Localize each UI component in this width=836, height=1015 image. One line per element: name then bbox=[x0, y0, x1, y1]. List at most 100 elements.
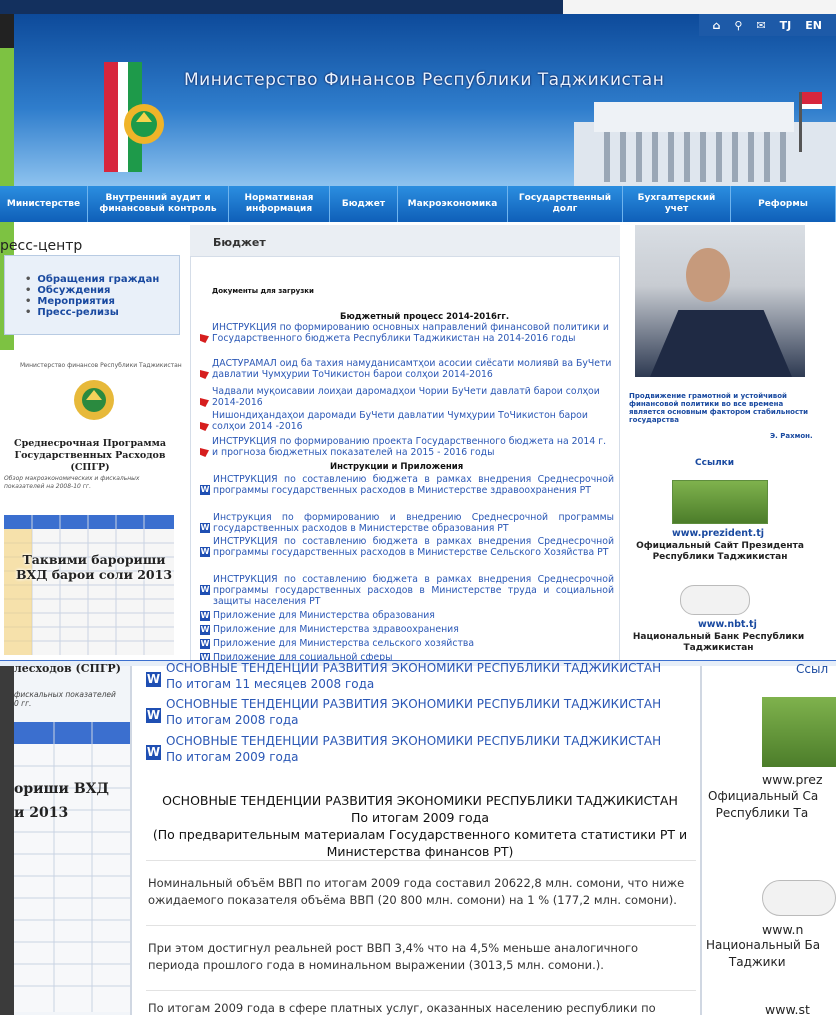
nav-item[interactable]: Реформы bbox=[731, 186, 836, 222]
lower-stat-link[interactable]: www.st bbox=[765, 1002, 810, 1015]
divider-line bbox=[146, 860, 696, 861]
pdf-doc-row[interactable]: ДАСТУРАМАЛ оид ба тахия намуданисамтҳои … bbox=[200, 358, 612, 380]
press-item-discussions[interactable]: Обсуждения bbox=[25, 285, 179, 296]
mail-icon[interactable]: ✉ bbox=[756, 19, 765, 32]
report-paragraph-2: При этом достигнул реальней рост ВВП 3,4… bbox=[148, 941, 639, 972]
nav-item[interactable]: Макроэкономика bbox=[398, 186, 508, 222]
nbt-logo[interactable] bbox=[680, 585, 750, 615]
divider-line bbox=[146, 990, 696, 991]
left-dark-block bbox=[0, 14, 14, 48]
lower-president-banner[interactable] bbox=[762, 697, 836, 767]
lower-links-title: Ссыл bbox=[796, 662, 829, 676]
lang-en-link[interactable]: EN bbox=[805, 19, 822, 32]
home-icon[interactable]: ⌂ bbox=[713, 19, 721, 32]
search-icon[interactable]: ⚲ bbox=[734, 19, 742, 32]
word-doc-row[interactable]: W ИНСТРУКЦИЯ по составлению бюджета в рам… bbox=[200, 574, 614, 607]
economy-report-row[interactable]: W ОСНОВНЫЕ ТЕНДЕНЦИИ РАЗВИТИЯ ЭКОНОМИКИ Р… bbox=[146, 660, 676, 692]
nav-item[interactable]: Бухгалтерский учет bbox=[623, 186, 731, 222]
lower-nbt-link[interactable]: www.n bbox=[762, 922, 803, 937]
doc-header-text: Министерство финансов Республики Таджики… bbox=[20, 362, 182, 369]
doc-subtitle: Обзор макроэкономических и фискальных по… bbox=[4, 475, 140, 490]
top-dark-strip bbox=[0, 0, 563, 14]
lower-left-title: лесходов (СПГР) bbox=[14, 662, 121, 675]
report-paragraph-1: Номинальный объём ВВП по итогам 2009 год… bbox=[148, 876, 685, 907]
pdf-doc-row[interactable]: Нишондиҳандаҳои даромади БуЧети давлатии… bbox=[200, 410, 612, 432]
doc-title: Среднесрочная Программа Государственных … bbox=[14, 438, 166, 473]
economy-report-row[interactable]: W ОСНОВНЫЕ ТЕНДЕНЦИИ РАЗВИТИЯ ЭКОНОМИКИ Р… bbox=[146, 696, 676, 728]
pdf-doc-link[interactable]: Чадвали муқоисавии лоиҳаи даромадҳои Чор… bbox=[212, 386, 612, 408]
pdf-doc-row[interactable]: Чадвали муқоисавии лоиҳаи даромадҳои Чор… bbox=[200, 386, 612, 408]
word-doc-row[interactable]: W Приложение для Министерства здравоохран… bbox=[200, 624, 614, 635]
president-quote: Продвижение грамотной и устойчивой финан… bbox=[629, 392, 809, 424]
nav-item[interactable]: Нормативная информация bbox=[229, 186, 330, 222]
word-doc-link[interactable]: ИНСТРУКЦИЯ по составлению бюджета в рамк… bbox=[213, 536, 614, 558]
lower-nbt-caption: Национальный Ба Таджики bbox=[706, 938, 821, 969]
press-item-events[interactable]: Мероприятия bbox=[25, 296, 179, 307]
press-center-title: ресс-центр bbox=[0, 238, 83, 254]
lower-nbt-logo[interactable] bbox=[762, 880, 836, 916]
pdf-icon bbox=[200, 398, 209, 407]
word-doc-row[interactable]: W ИНСТРУКЦИЯ по составлению бюджета в рам… bbox=[200, 474, 614, 496]
pdf-doc-link[interactable]: Нишондиҳандаҳои даромади БуЧети давлатии… bbox=[212, 410, 612, 432]
lower-left-sub: фискальных показателей 0 гг. bbox=[14, 690, 116, 708]
president-site-banner[interactable] bbox=[672, 480, 768, 524]
word-doc-icon: W bbox=[146, 745, 161, 760]
nav-item[interactable]: Министерстве bbox=[0, 186, 88, 222]
word-doc-link[interactable]: Приложение для Министерства сельского хо… bbox=[213, 638, 614, 649]
word-doc-link[interactable]: ИНСТРУКЦИЯ по составлению бюджета в рамк… bbox=[213, 574, 614, 607]
word-doc-icon: W bbox=[200, 611, 210, 621]
nbt-caption: Национальный Банк Республики Таджикистан bbox=[632, 632, 805, 653]
ministry-building-image bbox=[574, 92, 836, 186]
quote-author: Э. Рахмон. bbox=[770, 432, 813, 440]
pdf-doc-link[interactable]: ИНСТРУКЦИЯ по формированию проекта Госуд… bbox=[212, 436, 612, 458]
pdf-icon bbox=[200, 370, 209, 379]
budget-process-title: Бюджетный процесс 2014-2016гг. bbox=[340, 312, 510, 322]
divider-line bbox=[146, 925, 696, 926]
report-paragraph-3: По итогам 2009 года в сфере платных услу… bbox=[148, 1001, 656, 1015]
downloads-title: Документы для загрузки bbox=[212, 287, 314, 295]
links-title: Ссылки bbox=[695, 458, 735, 468]
calendar-overlay-text[interactable]: Таквими барориши ВХД барои соли 2013 bbox=[14, 552, 174, 582]
press-item-releases[interactable]: Пресс-релизы bbox=[25, 307, 179, 318]
pdf-icon bbox=[200, 422, 209, 431]
nav-item[interactable]: Государственный долг bbox=[508, 186, 623, 222]
word-doc-row[interactable]: W Инструкция по формированию и внедрению … bbox=[200, 512, 614, 534]
word-doc-row[interactable]: W Приложение для Министерства образования bbox=[200, 610, 614, 621]
word-doc-link[interactable]: Инструкция по формированию и внедрению С… bbox=[213, 512, 614, 534]
instructions-title: Инструкции и Приложения bbox=[330, 462, 464, 472]
word-doc-row[interactable]: W ИНСТРУКЦИЯ по составлению бюджета в рам… bbox=[200, 536, 614, 558]
economy-report-link[interactable]: ОСНОВНЫЕ ТЕНДЕНЦИИ РАЗВИТИЯ ЭКОНОМИКИ РЕ… bbox=[166, 660, 676, 692]
doc-table-image bbox=[4, 515, 174, 655]
nbt-link[interactable]: www.nbt.tj bbox=[698, 619, 757, 630]
pdf-doc-row[interactable]: ИНСТРУКЦИЯ по формированию основных напр… bbox=[200, 322, 612, 344]
word-doc-icon: W bbox=[200, 485, 210, 495]
lower-left-overlay[interactable]: ориши ВХД и 2013 bbox=[14, 777, 109, 825]
economy-report-link[interactable]: ОСНОВНЫЕ ТЕНДЕНЦИИ РАЗВИТИЯ ЭКОНОМИКИ РЕ… bbox=[166, 733, 676, 765]
economy-report-row[interactable]: W ОСНОВНЫЕ ТЕНДЕНЦИИ РАЗВИТИЯ ЭКОНОМИКИ Р… bbox=[146, 733, 676, 765]
pdf-doc-link[interactable]: ДАСТУРАМАЛ оид ба тахия намуданисамтҳои … bbox=[212, 358, 612, 380]
nav-item[interactable]: Бюджет bbox=[330, 186, 398, 222]
word-doc-icon: W bbox=[146, 708, 161, 723]
pdf-icon bbox=[200, 448, 209, 457]
top-light-strip bbox=[563, 0, 836, 14]
president-site-caption: Официальный Сайт Президента Республики Т… bbox=[636, 541, 804, 562]
state-emblem-icon bbox=[104, 62, 164, 172]
site-header: ⌂ ⚲ ✉ TJ EN Министерство Финансов Респуб… bbox=[14, 14, 836, 186]
pdf-doc-link[interactable]: ИНСТРУКЦИЯ по формированию основных напр… bbox=[212, 322, 612, 344]
main-nav: Министерстве Внутренний аудит и финансовы… bbox=[0, 186, 836, 222]
president-site-link[interactable]: www.prezident.tj bbox=[672, 528, 764, 539]
nav-item[interactable]: Внутренний аудит и финансовый контроль bbox=[88, 186, 229, 222]
word-doc-icon: W bbox=[200, 625, 210, 635]
lang-tj-link[interactable]: TJ bbox=[780, 19, 792, 32]
pdf-doc-row[interactable]: ИНСТРУКЦИЯ по формированию проекта Госуд… bbox=[200, 436, 612, 458]
word-doc-link[interactable]: ИНСТРУКЦИЯ по составлению бюджета в рамк… bbox=[213, 474, 614, 496]
lower-president-link[interactable]: www.prez bbox=[762, 772, 823, 787]
word-doc-row[interactable]: W Приложение для Министерства сельского х… bbox=[200, 638, 614, 649]
doc-emblem-icon bbox=[74, 380, 114, 420]
word-doc-icon: W bbox=[146, 672, 161, 687]
word-doc-link[interactable]: Приложение для Министерства образования bbox=[213, 610, 614, 621]
word-doc-link[interactable]: Приложение для Министерства здравоохране… bbox=[213, 624, 614, 635]
pdf-icon bbox=[200, 334, 209, 343]
economy-report-link[interactable]: ОСНОВНЫЕ ТЕНДЕНЦИИ РАЗВИТИЯ ЭКОНОМИКИ РЕ… bbox=[166, 696, 676, 728]
press-item-appeals[interactable]: Обращения граждан bbox=[25, 274, 179, 285]
